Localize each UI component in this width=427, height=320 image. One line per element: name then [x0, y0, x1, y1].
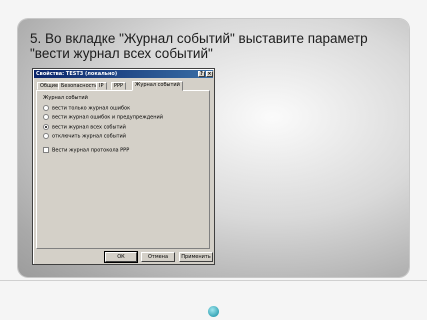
option-label: вести журнал ошибок и предупреждений — [52, 114, 164, 121]
slide-divider — [0, 280, 427, 281]
help-button[interactable]: ? — [198, 71, 205, 77]
group-label: Журнал событий — [43, 95, 88, 101]
option-errors-warnings[interactable]: вести журнал ошибок и предупреждений — [43, 114, 164, 121]
tab-ppp[interactable]: PPP — [111, 82, 127, 90]
close-button[interactable]: × — [206, 71, 213, 77]
properties-dialog: Свойства: TEST3 (локально) ? × Общие Без… — [32, 68, 215, 265]
option-disable-log[interactable]: отключить журнал событий — [43, 133, 127, 140]
cancel-button[interactable]: Отмена — [141, 252, 175, 262]
dialog-titlebar[interactable]: Свойства: TEST3 (локально) ? × — [34, 70, 213, 78]
bullet-dot-icon — [208, 306, 219, 317]
radio-all-events[interactable] — [43, 124, 49, 130]
tab-event-log[interactable]: Журнал событий — [132, 81, 183, 91]
slide-title: 5. Во вкладке "Журнал событий" выставите… — [30, 31, 368, 61]
ppp-log-checkbox[interactable] — [43, 147, 49, 153]
checkbox-label: Вести журнал протокола PPP — [52, 147, 130, 154]
radio-disable-log[interactable] — [43, 133, 49, 139]
option-label: вести журнал всех событий — [52, 124, 126, 131]
radio-errors-only[interactable] — [43, 105, 49, 111]
slide-panel: 5. Во вкладке "Журнал событий" выставите… — [18, 19, 409, 277]
tab-security[interactable]: Безопасность — [58, 82, 101, 90]
tab-strip: Общие Безопасность IP PPP Журнал событий — [36, 81, 214, 91]
ok-button[interactable]: ОК — [104, 251, 138, 263]
option-all-events[interactable]: вести журнал всех событий — [43, 124, 126, 131]
tab-ip[interactable]: IP — [96, 82, 107, 90]
apply-button[interactable]: Применить — [179, 252, 213, 262]
event-log-panel: Журнал событий вести только журнал ошибо… — [36, 90, 210, 249]
option-errors-only[interactable]: вести только журнал ошибок — [43, 105, 131, 112]
option-label: отключить журнал событий — [52, 133, 127, 140]
dialog-title: Свойства: TEST3 (локально) — [36, 71, 118, 77]
ppp-log-checkbox-row[interactable]: Вести журнал протокола PPP — [43, 147, 130, 154]
radio-errors-warnings[interactable] — [43, 114, 49, 120]
option-label: вести только журнал ошибок — [52, 105, 131, 112]
